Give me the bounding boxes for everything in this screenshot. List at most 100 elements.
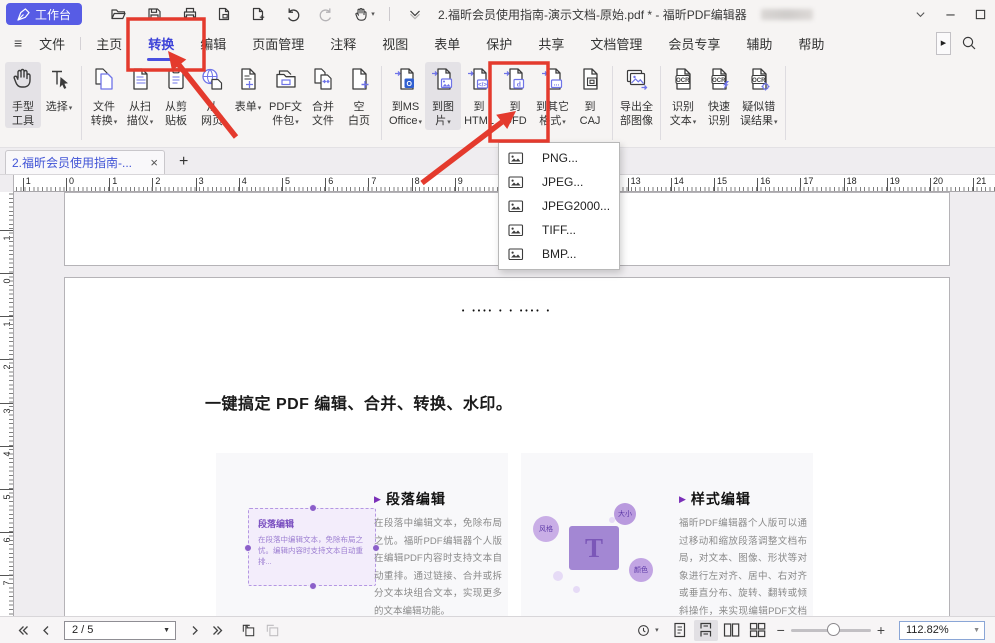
letter-T: T [585,533,603,564]
ribbon-button-label: 表单▾ [235,100,262,116]
continuous-view-button[interactable] [694,620,718,641]
last-page-button[interactable] [206,620,230,640]
ribbon-button-convert[interactable]: 文件 转换▾ [86,62,122,130]
zoom-slider[interactable] [791,629,871,632]
zoom-level-box[interactable]: 112.82% ▼ [899,621,985,640]
menu-tab[interactable]: 视图 [369,28,421,59]
pdf-page-current: • •••• • • •••• • 一键搞定 PDF 编辑、合并、转换、水印。 … [64,277,950,616]
menu-tab[interactable]: 表单 [421,28,473,59]
dropdown-item-png[interactable]: PNG... [499,146,619,170]
menu-tab[interactable]: 编辑 [187,28,239,59]
minimize-button[interactable] [935,3,965,25]
caret-down-icon: ▾ [150,119,154,126]
workspace-button[interactable]: 工作台 [6,3,82,25]
menu-tab[interactable]: 转换 [135,28,187,59]
previous-view-button[interactable] [236,620,260,640]
continuous-facing-icon [749,622,766,638]
ribbon-button-ofd[interactable]: d到 OFD [497,62,533,128]
menu-tab[interactable]: 文档管理 [577,28,655,59]
facing-view-button[interactable] [720,620,744,641]
dropdown-item-bmp[interactable]: BMP... [499,242,619,266]
new-tab-button[interactable]: + [179,153,188,174]
more-tabs-button[interactable]: ▶ [936,32,951,55]
ruler-tick [800,178,801,191]
ribbon-button-html[interactable]: </>到 HTML [461,62,497,128]
ribbon-button-office[interactable]: O到MS Office▾ [386,62,425,130]
ribbon-button-blank[interactable]: 空 白页 [341,62,377,128]
search-button[interactable] [961,35,977,51]
ruler-label: 16 [760,176,770,186]
ribbon-button-clipboard[interactable]: 从剪 贴板 [158,62,194,128]
open-file-button[interactable] [104,3,131,25]
ruler-tick [152,178,153,191]
ruler-tick [973,178,974,191]
close-tab-icon[interactable]: × [150,155,158,170]
ribbon-button-export-images[interactable]: 导出全 部图像 [617,62,656,128]
menu-tab[interactable]: 保护 [473,28,525,59]
ribbon-button-ocr-fast[interactable]: OCR快速 识别 [701,62,737,128]
hand-tool-quick-button[interactable]: ▾ [345,3,383,25]
export-page-button[interactable] [210,3,237,25]
ribbon-button-image[interactable]: 到图 片▾ [425,62,461,130]
previous-page-button[interactable] [34,620,58,640]
zoom-out-button[interactable]: − [771,622,791,638]
vertical-ruler: 101234567 [0,192,14,616]
ruler-label: 4 [242,176,247,186]
redo-button[interactable] [312,3,339,25]
menu-tab[interactable]: 文件 [26,28,78,59]
ribbon-button-ocr[interactable]: OCR识别 文本▾ [665,62,701,130]
ribbon-button-other[interactable]: ...到其它 格式▾ [533,62,572,130]
ribbon-button-hand[interactable]: 手型 工具 [5,62,41,128]
dropdown-item-label: TIFF... [542,223,576,237]
document-tab[interactable]: 2.福昕会员使用指南-... × [5,150,165,174]
search-icon [961,35,977,51]
next-view-button[interactable] [260,620,284,640]
menu-tab[interactable]: 帮助 [785,28,837,59]
ribbon-button-scanner[interactable]: 从扫 描仪▾ [122,62,158,130]
single-page-view-button[interactable] [668,620,692,641]
ribbon-button-caj[interactable]: 到 CAJ [572,62,608,128]
dropdown-item-tiff[interactable]: TIFF... [499,218,619,242]
dropdown-item-jpeg2000[interactable]: JPEG2000... [499,194,619,218]
continuous-facing-view-button[interactable] [746,620,770,641]
ruler-label: 8 [415,176,420,186]
window-menu-chevron[interactable] [905,3,935,25]
continuous-page-icon [697,622,714,638]
collapse-toolbar-button[interactable] [401,3,428,25]
undo-button[interactable] [279,3,306,25]
save-button[interactable] [140,3,167,25]
caret-down-icon: ▾ [69,105,73,112]
caret-down-icon[interactable]: ▾ [655,626,659,634]
menu-tab[interactable]: 辅助 [733,28,785,59]
caret-down-icon: ▾ [447,119,451,126]
image-file-icon [508,152,533,165]
new-page-button[interactable] [244,3,271,25]
size-bubble: 大小 [614,503,636,525]
double-chevron-left-icon [16,624,29,637]
zoom-slider-handle[interactable] [827,623,840,636]
zoom-in-button[interactable]: + [871,622,891,638]
ribbon-button-merge[interactable]: 合并 文件 [305,62,341,128]
print-button[interactable] [176,3,203,25]
maximize-button[interactable] [965,3,995,25]
dropdown-item-jpeg[interactable]: JPEG... [499,170,619,194]
ribbon-button-web[interactable]: 从 网页 [194,62,230,128]
first-page-button[interactable] [10,620,34,640]
page-number-box[interactable]: 2 / 5 ▼ [64,621,176,640]
read-mode-button[interactable] [631,620,655,640]
ribbon-button-package[interactable]: PDF文 件包▾ [266,62,305,130]
menu-tab[interactable]: 共享 [525,28,577,59]
menu-bar: ≡ 文件主页转换编辑页面管理注释视图表单保护共享文档管理会员专享辅助帮助 ▶ [0,28,995,58]
ribbon-button-form[interactable]: 表单▾ [230,62,266,116]
ribbon-button-ocr-suspect[interactable]: OCR疑似错 误结果▾ [737,62,781,130]
menu-tab[interactable]: 会员专享 [655,28,733,59]
dropdown-item-label: JPEG2000... [542,199,610,213]
ribbon-button-select[interactable]: 选择▾ [41,62,77,116]
chevron-left-icon [40,624,53,637]
image-file-icon [508,200,533,213]
ruler-corner [0,175,14,192]
menu-tab[interactable]: 主页 [83,28,135,59]
next-page-button[interactable] [182,620,206,640]
menu-tab[interactable]: 注释 [317,28,369,59]
menu-tab[interactable]: 页面管理 [239,28,317,59]
